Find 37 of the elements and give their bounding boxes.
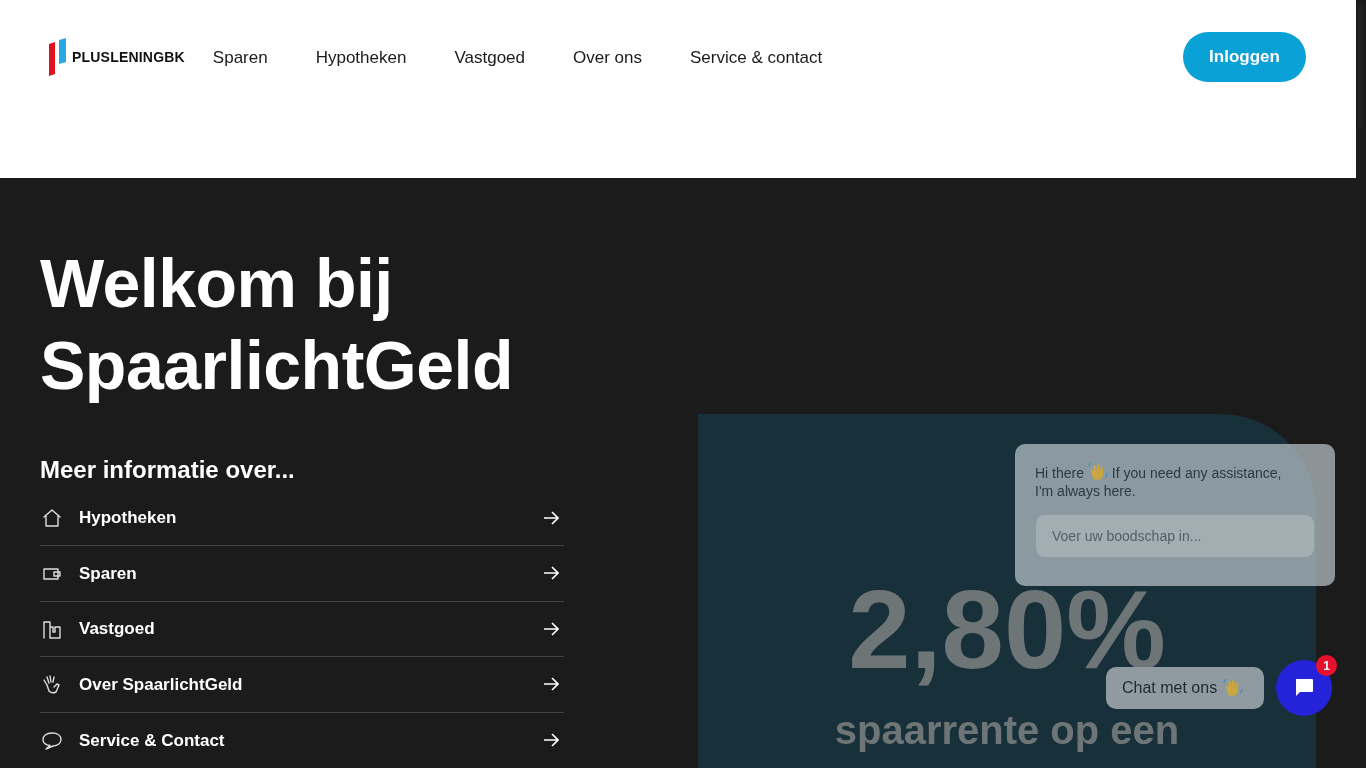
logo-icon [48,38,68,76]
speech-bubble-icon [41,729,63,752]
nav-link[interactable]: Vastgoed [454,45,525,71]
message-field[interactable]: Voer uw boodschap in... [1035,514,1315,558]
hand-icon [41,673,63,696]
info-link[interactable]: Service & Contact [40,712,564,768]
waving-hand-icon [1087,462,1108,482]
house-icon [41,507,63,529]
chat-message: I'm always here. [1035,483,1136,499]
chat-message: If you need any assistance, [1111,465,1282,481]
chat-greeting: Hi there [1035,465,1085,481]
arrow-icon [543,677,559,692]
hero-title: Welkom bij [40,244,394,323]
link-label: Sparen [79,562,138,585]
rate-caption: spaarrente op een [834,707,1180,754]
arrow-icon [543,566,559,581]
notification-badge: 1 [1316,655,1337,676]
hero-title: SpaarlichtGeld [40,326,514,405]
link-label: Hypotheken [79,507,178,530]
nav-link[interactable]: Over ons [573,45,642,71]
section-heading: Meer informatie over... [40,456,296,485]
chat-icon [1293,677,1315,699]
nav-link[interactable]: Hypotheken [315,45,407,71]
info-link[interactable]: Over SpaarlichtGeld [40,657,564,713]
link-label: Vastgoed [79,618,156,641]
link-label: Service & Contact [79,729,226,752]
nav-link[interactable]: Service & contact [690,45,823,71]
logo-text: PLUSLENINGBK [72,47,185,67]
arrow-icon [543,733,559,748]
info-link[interactable]: Hypotheken [40,490,564,547]
nav-link[interactable]: Sparen [212,45,268,71]
link-label: Over SpaarlichtGeld [79,673,244,696]
info-link[interactable]: Sparen [40,546,564,602]
waving-hand-icon [1223,678,1244,698]
arrow-icon [543,621,559,636]
arrow-icon [543,511,559,525]
info-link[interactable]: Vastgoed [40,601,564,658]
